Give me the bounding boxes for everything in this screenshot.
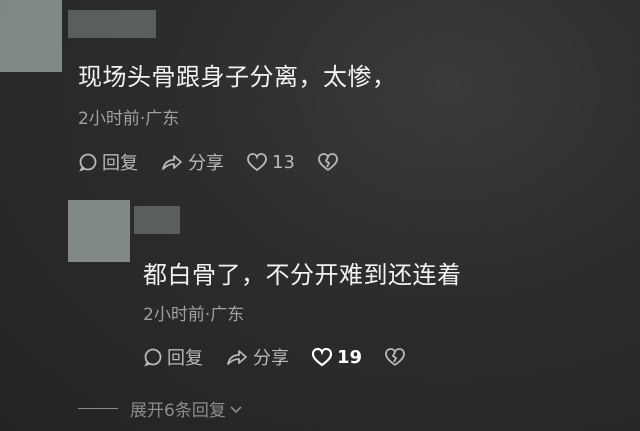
reply-label: 回复 [167,348,203,369]
reply-label: 回复 [102,153,138,174]
heart-icon [247,153,267,172]
avatar[interactable] [0,0,62,72]
share-label: 分享 [253,348,289,369]
share-button[interactable]: 分享 [160,149,224,175]
reply-button[interactable]: 回复 [78,149,138,175]
expand-replies-button[interactable]: 展开6条回复 [78,396,244,421]
like-button[interactable]: 19 [311,347,362,368]
expand-label: 展开6条回复 [130,401,226,421]
like-button[interactable]: 13 [246,152,295,173]
reply-button[interactable]: 回复 [143,344,203,370]
dislike-button[interactable] [384,347,410,367]
comment-actions: 回复 分享 13 [78,149,365,175]
username-placeholder[interactable] [68,10,156,38]
comment-bubble-icon [144,348,162,367]
share-arrow-icon [162,155,182,170]
divider [78,408,118,409]
comment-meta: 2小时前·广东 [143,305,245,325]
avatar[interactable] [68,200,130,262]
broken-heart-icon [385,348,405,366]
like-count: 13 [272,151,295,173]
comment-actions: 回复 分享 19 [143,344,432,370]
chevron-down-icon [230,405,242,413]
heart-icon [311,347,333,367]
comment-bubble-icon [79,153,97,172]
share-arrow-icon [227,350,247,365]
username-placeholder[interactable] [134,206,180,234]
broken-heart-icon [318,153,338,171]
share-label: 分享 [188,153,224,174]
dislike-button[interactable] [317,152,343,172]
comment-text: 都白骨了，不分开难到还连着 [143,261,462,289]
comment-text: 现场头骨跟身子分离，太惨， [78,63,397,91]
share-button[interactable]: 分享 [225,344,289,370]
like-count: 19 [337,346,363,368]
comment-meta: 2小时前·广东 [78,109,180,129]
